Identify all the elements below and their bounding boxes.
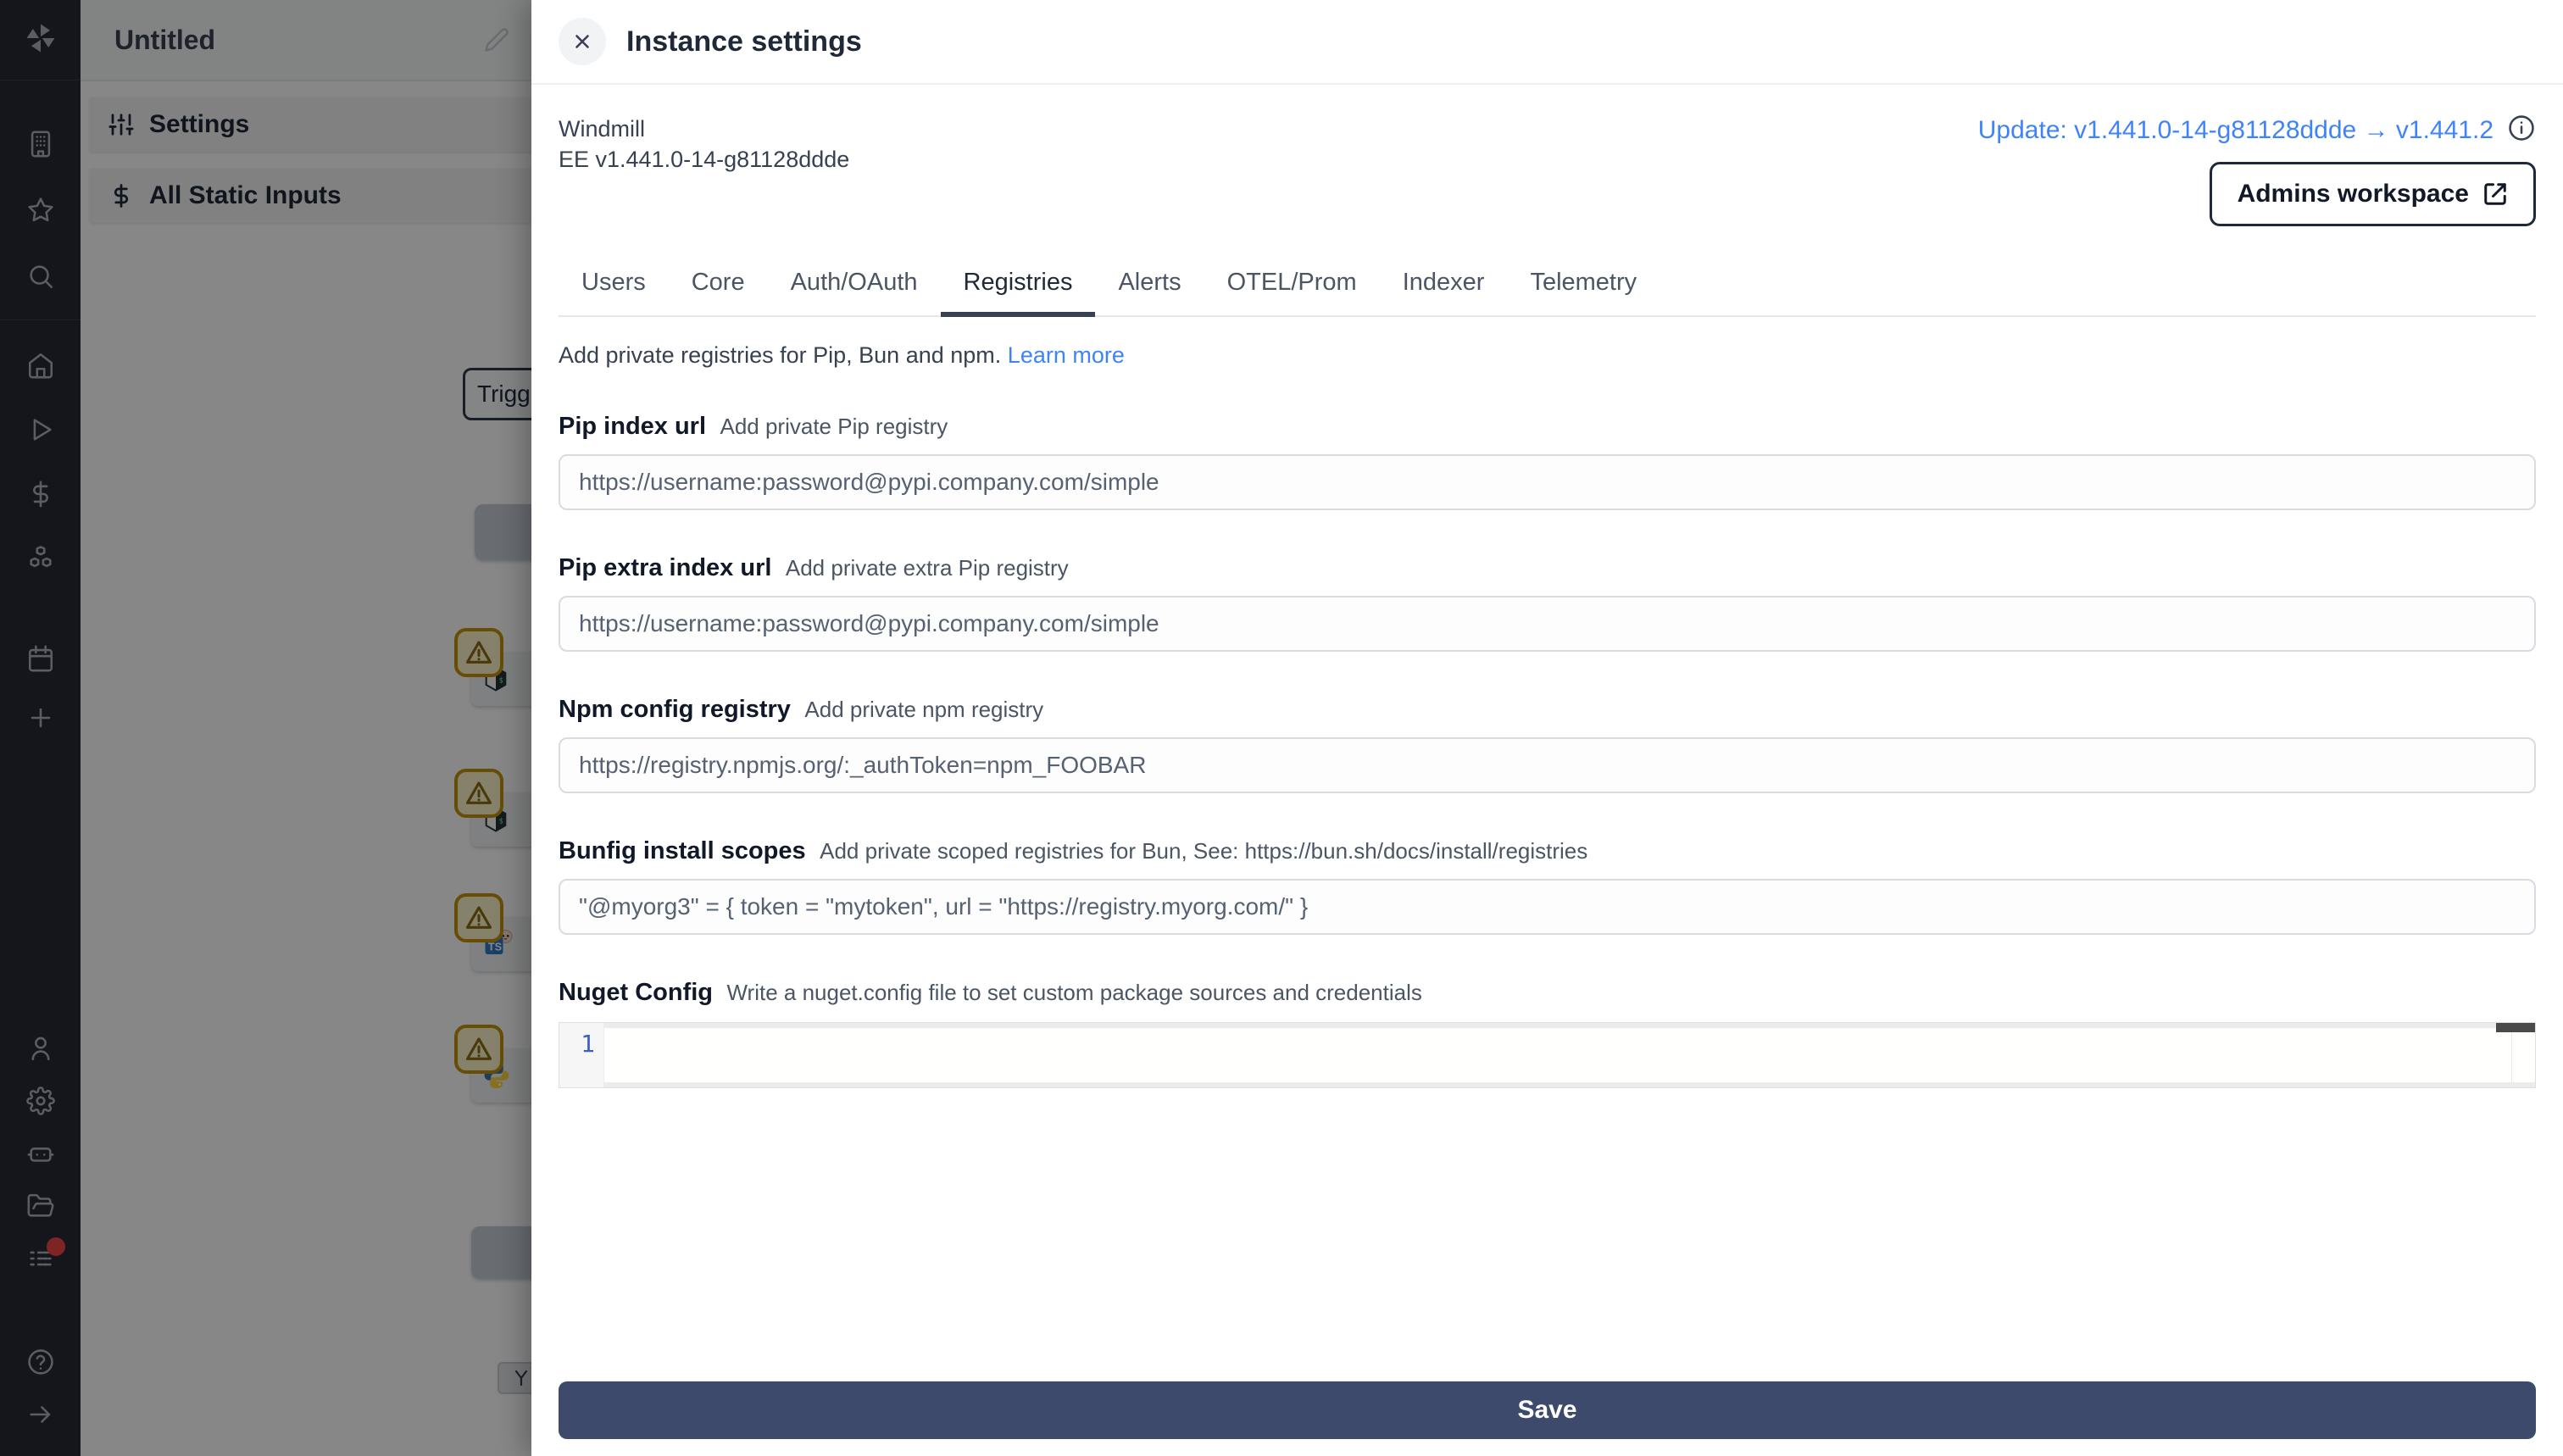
info-icon[interactable]: [2507, 114, 2536, 147]
field-hint: Add private Pip registry: [720, 414, 948, 439]
tab-alerts[interactable]: Alerts: [1095, 269, 1204, 317]
pip-extra-index-url-input[interactable]: [559, 596, 2536, 652]
modal-backdrop[interactable]: [0, 0, 531, 1456]
editor-line-number: 1: [559, 1023, 603, 1087]
editor-minimap: [2511, 1028, 2535, 1082]
modal-title: Instance settings: [626, 25, 862, 58]
instance-settings-modal: Instance settings Windmill EE v1.441.0-1…: [531, 0, 2563, 1456]
tab-users[interactable]: Users: [559, 269, 669, 317]
version-block: Windmill EE v1.441.0-14-g81128ddde: [559, 114, 849, 175]
app-version: EE v1.441.0-14-g81128ddde: [559, 144, 849, 175]
external-link-icon: [2482, 181, 2508, 207]
editor-code-area[interactable]: [603, 1028, 2511, 1082]
pip-extra-index-url-label-row: Pip extra index url Add private extra Pi…: [559, 551, 2536, 589]
learn-more-link[interactable]: Learn more: [1008, 342, 1125, 368]
npm-config-registry-label-row: Npm config registry Add private npm regi…: [559, 692, 2536, 731]
settings-tabs: Users Core Auth/OAuth Registries Alerts …: [559, 269, 2536, 317]
registries-intro: Add private registries for Pip, Bun and …: [559, 342, 2536, 369]
field-hint: Add private npm registry: [804, 697, 1043, 722]
field-hint: Add private extra Pip registry: [786, 555, 1069, 581]
nuget-config-label-row: Nuget Config Write a nuget.config file t…: [559, 975, 2536, 1014]
editor-scrollbar[interactable]: [2496, 1023, 2535, 1032]
pip-index-url-label-row: Pip index url Add private Pip registry: [559, 409, 2536, 447]
field-label: Pip extra index url: [559, 554, 771, 581]
nuget-config-editor[interactable]: 1: [559, 1022, 2536, 1088]
bunfig-install-scopes-label-row: Bunfig install scopes Add private scoped…: [559, 834, 2536, 872]
app-root: Untitled Settings All Static Inputs Trig…: [0, 0, 2563, 1456]
npm-config-registry-input[interactable]: [559, 737, 2536, 793]
tab-otel-prom[interactable]: OTEL/Prom: [1204, 269, 1380, 317]
field-label: Nuget Config: [559, 979, 713, 1006]
tab-core[interactable]: Core: [669, 269, 768, 317]
field-label: Npm config registry: [559, 696, 791, 723]
app-name: Windmill: [559, 114, 849, 144]
modal-body: Windmill EE v1.441.0-14-g81128ddde Updat…: [531, 85, 2563, 1456]
tab-auth-oauth[interactable]: Auth/OAuth: [768, 269, 941, 317]
field-hint: Write a nuget.config file to set custom …: [726, 980, 1421, 1005]
update-link[interactable]: Update: v1.441.0-14-g81128ddde → v1.441.…: [1978, 116, 2494, 145]
intro-text: Add private registries for Pip, Bun and …: [559, 342, 1001, 368]
field-label: Pip index url: [559, 413, 706, 440]
admins-workspace-label: Admins workspace: [2238, 180, 2469, 208]
bunfig-install-scopes-input[interactable]: [559, 879, 2536, 935]
tab-telemetry[interactable]: Telemetry: [1507, 269, 1660, 317]
field-label: Bunfig install scopes: [559, 837, 806, 864]
tab-indexer[interactable]: Indexer: [1380, 269, 1508, 317]
admins-workspace-button[interactable]: Admins workspace: [2210, 162, 2536, 226]
close-button[interactable]: [559, 18, 606, 65]
save-button[interactable]: Save: [559, 1381, 2536, 1439]
field-hint: Add private scoped registries for Bun, S…: [820, 838, 1587, 864]
modal-header: Instance settings: [531, 0, 2563, 85]
tab-registries[interactable]: Registries: [941, 269, 1096, 317]
pip-index-url-input[interactable]: [559, 454, 2536, 510]
close-icon: [571, 31, 593, 53]
